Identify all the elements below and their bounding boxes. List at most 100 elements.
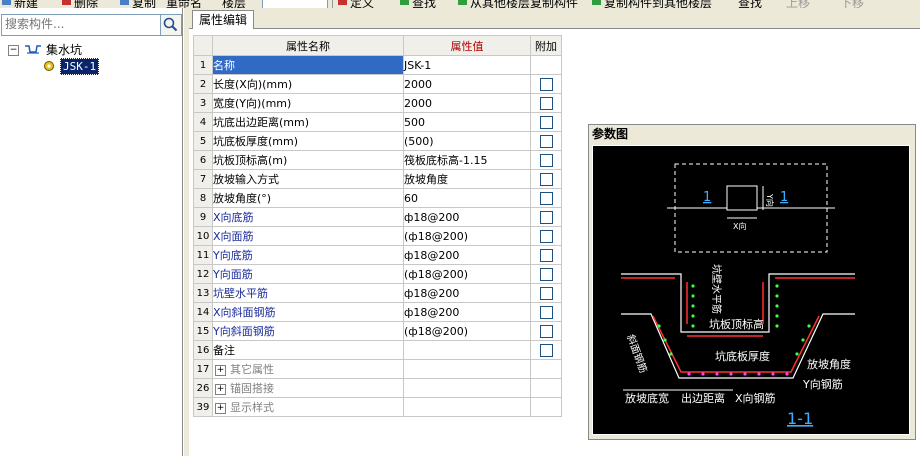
row-name[interactable]: 坑底出边距离(mm) xyxy=(212,112,404,132)
row-value[interactable]: (ф18@200) xyxy=(403,321,531,341)
row-name[interactable]: 长度(X向)(mm) xyxy=(212,74,404,94)
row-name[interactable]: Y向面筋 xyxy=(212,264,404,284)
floor-select[interactable] xyxy=(262,0,328,8)
row-value[interactable]: ф18@200 xyxy=(403,302,531,322)
row-name[interactable]: 放坡角度(°) xyxy=(212,188,404,208)
row-value[interactable]: 筏板底标高-1.15 xyxy=(403,150,531,170)
table-row[interactable]: 15 Y向斜面钢筋 (ф18@200) xyxy=(193,321,562,341)
toolbar-delete-button[interactable]: 删除 xyxy=(74,0,98,8)
attach-checkbox[interactable] xyxy=(539,153,553,167)
new-icon[interactable] xyxy=(2,0,11,5)
row-name[interactable]: 备注 xyxy=(212,340,404,360)
row-name[interactable]: X向面筋 xyxy=(212,226,404,246)
row-name[interactable]: 宽度(Y向)(mm) xyxy=(212,93,404,113)
search-button[interactable] xyxy=(160,14,182,36)
row-num: 39 xyxy=(193,397,213,417)
tree-node-jsk1[interactable]: JSK-1 xyxy=(18,58,168,75)
tab-property-edit[interactable]: 属性编辑 xyxy=(192,10,255,29)
toolbar-find-button[interactable]: 查找 xyxy=(412,0,452,8)
copy-icon[interactable] xyxy=(120,0,129,5)
toolbar-copy-button[interactable]: 复制 xyxy=(132,0,156,8)
label-slope-width: 放坡底宽 xyxy=(625,391,669,405)
table-row-group[interactable]: 26 + 锚固搭接 xyxy=(193,378,562,398)
toolbar-rename-button[interactable]: 重命名 xyxy=(166,0,202,8)
row-name[interactable]: X向斜面钢筋 xyxy=(212,302,404,322)
attach-checkbox[interactable] xyxy=(539,115,553,129)
attach-checkbox[interactable] xyxy=(539,191,553,205)
row-name[interactable]: 坑板顶标高(m) xyxy=(212,150,404,170)
row-name[interactable]: 坑底板厚度(mm) xyxy=(212,131,404,151)
expand-icon[interactable]: + xyxy=(215,383,226,395)
row-value[interactable]: 2000 xyxy=(403,93,531,113)
table-row[interactable]: 1 名称 JSK-1 xyxy=(193,55,562,75)
table-row[interactable]: 10 X向面筋 (ф18@200) xyxy=(193,226,562,246)
row-name[interactable]: X向底筋 xyxy=(212,207,404,227)
row-name[interactable]: 放坡输入方式 xyxy=(212,169,404,189)
row-value[interactable]: 放坡角度 xyxy=(403,169,531,189)
table-row[interactable]: 5 坑底板厚度(mm) (500) xyxy=(193,131,562,151)
row-group-name[interactable]: + 其它属性 xyxy=(212,359,404,379)
row-value[interactable]: ф18@200 xyxy=(403,207,531,227)
table-row[interactable]: 6 坑板顶标高(m) 筏板底标高-1.15 xyxy=(193,150,562,170)
toolbar-copy-to-floor-button[interactable]: 复制构件到其他楼层 xyxy=(604,0,712,8)
attach-checkbox[interactable] xyxy=(539,286,553,300)
row-value[interactable]: 2000 xyxy=(403,74,531,94)
table-row[interactable]: 4 坑底出边距离(mm) 500 xyxy=(193,112,562,132)
table-row[interactable]: 7 放坡输入方式 放坡角度 xyxy=(193,169,562,189)
row-value[interactable]: 500 xyxy=(403,112,531,132)
copy-to-floor-icon[interactable] xyxy=(592,0,601,5)
table-row-group[interactable]: 17 + 其它属性 xyxy=(193,359,562,379)
expand-icon[interactable]: + xyxy=(215,402,226,414)
row-value[interactable]: ф18@200 xyxy=(403,283,531,303)
filter-icon[interactable] xyxy=(400,0,409,5)
table-row[interactable]: 13 坑壁水平筋 ф18@200 xyxy=(193,283,562,303)
attach-checkbox[interactable] xyxy=(539,305,553,319)
toolbar-move-up-button[interactable]: 上移 xyxy=(786,0,810,8)
tree-node-sump[interactable]: − 集水坑 xyxy=(8,42,178,58)
table-row[interactable]: 16 备注 xyxy=(193,340,562,360)
table-row-group[interactable]: 39 + 显示样式 xyxy=(193,397,562,417)
table-row[interactable]: 8 放坡角度(°) 60 xyxy=(193,188,562,208)
attach-checkbox[interactable] xyxy=(539,248,553,262)
row-value[interactable]: (ф18@200) xyxy=(403,264,531,284)
row-name[interactable]: Y向底筋 xyxy=(212,245,404,265)
attach-checkbox[interactable] xyxy=(539,96,553,110)
attach-checkbox[interactable] xyxy=(539,324,553,338)
attach-checkbox[interactable] xyxy=(539,267,553,281)
row-group-name[interactable]: + 显示样式 xyxy=(212,397,404,417)
row-value[interactable] xyxy=(403,340,531,360)
table-row[interactable]: 2 长度(X向)(mm) 2000 xyxy=(193,74,562,94)
toolbar-define-button[interactable]: 定义 xyxy=(350,0,374,8)
row-name[interactable]: 坑壁水平筋 xyxy=(212,283,404,303)
table-row[interactable]: 14 X向斜面钢筋 ф18@200 xyxy=(193,302,562,322)
row-value[interactable]: (500) xyxy=(403,131,531,151)
table-row[interactable]: 11 Y向底筋 ф18@200 xyxy=(193,245,562,265)
attach-checkbox[interactable] xyxy=(539,172,553,186)
row-value[interactable]: 60 xyxy=(403,188,531,208)
toolbar-search-button[interactable]: 查找 xyxy=(738,0,762,8)
row-value[interactable]: JSK-1 xyxy=(403,55,531,75)
attach-checkbox[interactable] xyxy=(539,134,553,148)
attach-checkbox[interactable] xyxy=(539,210,553,224)
expand-icon[interactable]: + xyxy=(215,364,226,376)
row-group-name[interactable]: + 锚固搭接 xyxy=(212,378,404,398)
toolbar-move-down-button[interactable]: 下移 xyxy=(840,0,864,8)
attach-checkbox[interactable] xyxy=(539,229,553,243)
table-row[interactable]: 12 Y向面筋 (ф18@200) xyxy=(193,264,562,284)
attach-checkbox[interactable] xyxy=(539,343,553,357)
copy-from-floor-icon[interactable] xyxy=(458,0,467,5)
table-row[interactable]: 3 宽度(Y向)(mm) 2000 xyxy=(193,93,562,113)
sort-icon[interactable] xyxy=(338,0,347,5)
table-row[interactable]: 9 X向底筋 ф18@200 xyxy=(193,207,562,227)
collapse-icon[interactable]: − xyxy=(8,45,19,56)
attach-checkbox[interactable] xyxy=(539,77,553,91)
row-name[interactable]: Y向斜面钢筋 xyxy=(212,321,404,341)
delete-icon[interactable] xyxy=(62,0,71,5)
header-name: 属性名称 xyxy=(212,35,404,56)
row-value[interactable]: (ф18@200) xyxy=(403,226,531,246)
search-input[interactable] xyxy=(2,15,155,33)
toolbar-new-button[interactable]: 新建 xyxy=(14,0,38,8)
toolbar-copy-from-floor-button[interactable]: 从其他楼层复制构件 xyxy=(470,0,578,8)
row-name[interactable]: 名称 xyxy=(212,55,404,75)
row-value[interactable]: ф18@200 xyxy=(403,245,531,265)
